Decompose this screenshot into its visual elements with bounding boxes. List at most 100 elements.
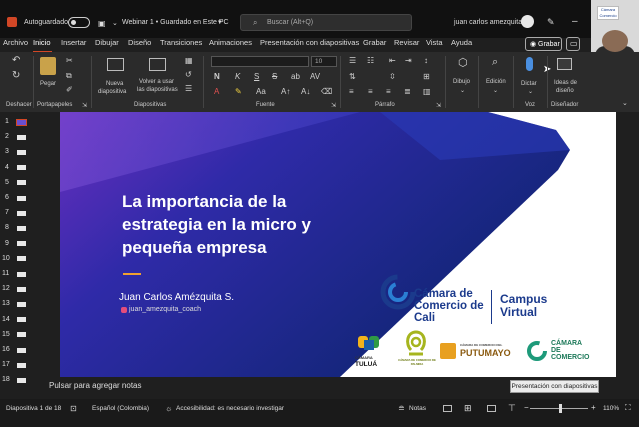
thumbnail-number[interactable]: 9: [5, 240, 9, 247]
slide-thumbnail[interactable]: [17, 256, 26, 262]
normal-view-icon[interactable]: [443, 405, 452, 412]
slide-thumbnail[interactable]: [17, 180, 26, 186]
grabar-button[interactable]: ◉ Grabar: [525, 37, 562, 51]
thumbnail-number[interactable]: 10: [2, 255, 10, 262]
tab-insertar[interactable]: Insertar: [61, 38, 86, 47]
tab-grabar[interactable]: Grabar: [363, 38, 386, 47]
reuse-slides-label-1[interactable]: Volver a usar: [139, 79, 174, 85]
bullets-icon[interactable]: ☰: [349, 57, 356, 65]
align-text-icon[interactable]: ⇳: [389, 73, 396, 81]
strikethrough-icon[interactable]: S: [272, 73, 277, 81]
thumbnail-number[interactable]: 1: [5, 118, 9, 125]
tab-revisar[interactable]: Revisar: [394, 38, 419, 47]
search-box[interactable]: ⌕ Buscar (Alt+Q): [240, 14, 412, 31]
thumbnail-number[interactable]: 15: [2, 331, 10, 338]
drawing-label[interactable]: Dibujo: [453, 79, 470, 85]
slide-canvas[interactable]: La importancia de la estrategia en la mi…: [60, 112, 616, 377]
zoom-slider-thumb[interactable]: [559, 404, 562, 413]
dictate-chevron-icon[interactable]: ⌄: [528, 88, 533, 96]
shrink-font-icon[interactable]: A↓: [301, 88, 310, 96]
thumbnail-number[interactable]: 6: [5, 194, 9, 201]
fit-slide-icon[interactable]: ⛶: [625, 403, 631, 413]
slide-thumbnail[interactable]: [17, 362, 26, 368]
new-slide-label-1[interactable]: Nueva: [106, 81, 123, 87]
clear-format-icon[interactable]: ⌫: [321, 88, 332, 96]
design-ideas-icon[interactable]: [557, 58, 572, 70]
underline-icon[interactable]: S: [254, 73, 259, 81]
tab-diseno[interactable]: Diseño: [128, 38, 151, 47]
slide-thumbnail[interactable]: [17, 286, 26, 292]
paste-icon[interactable]: [40, 57, 56, 75]
align-left-icon[interactable]: ≡: [349, 88, 354, 96]
save-icon[interactable]: ▣: [98, 19, 106, 28]
quick-access-chevron-icon[interactable]: ⌄: [112, 19, 118, 27]
slide-thumbnail[interactable]: [17, 134, 26, 140]
tab-archivo[interactable]: Archivo: [3, 38, 28, 47]
slide-thumbnail[interactable]: [17, 317, 26, 323]
layout-icon[interactable]: ▦: [185, 57, 193, 65]
new-slide-icon[interactable]: [107, 58, 124, 71]
slide-thumbnail[interactable]: [17, 377, 26, 383]
highlight-icon[interactable]: ✎: [235, 88, 242, 96]
align-right-icon[interactable]: ≡: [386, 88, 391, 96]
undo-icon[interactable]: ↶: [12, 56, 20, 66]
thumbnail-number[interactable]: 7: [5, 209, 9, 216]
slide-thumbnail[interactable]: [17, 195, 26, 201]
copy-icon[interactable]: ⧉: [66, 72, 72, 80]
slide-thumbnail[interactable]: [17, 225, 26, 231]
shadow-icon[interactable]: ab: [291, 73, 300, 81]
accessibility-icon[interactable]: ☼: [165, 404, 172, 413]
avatar[interactable]: [521, 15, 534, 28]
tab-dibujar[interactable]: Dibujar: [95, 38, 119, 47]
thumbnail-number[interactable]: 13: [2, 300, 10, 307]
reading-view-icon[interactable]: [487, 405, 496, 412]
font-size-dropdown[interactable]: 10: [311, 56, 337, 67]
indent-decrease-icon[interactable]: ⇤: [389, 57, 396, 65]
cut-icon[interactable]: ✂: [66, 57, 73, 65]
design-ideas-label-2[interactable]: diseño: [556, 88, 574, 94]
text-direction-icon[interactable]: ⇅: [349, 73, 356, 81]
paragraph-launcher-icon[interactable]: ⇲: [436, 102, 441, 110]
smartart-icon[interactable]: ⊞: [423, 73, 430, 81]
editing-chevron-icon[interactable]: ⌄: [493, 87, 498, 95]
spacing-icon[interactable]: AV: [310, 73, 320, 81]
thumbnail-number[interactable]: 14: [2, 316, 10, 323]
format-painter-icon[interactable]: ✐: [66, 86, 73, 94]
pen-icon[interactable]: ✎: [547, 17, 555, 28]
microphone-icon[interactable]: [526, 57, 533, 71]
slide-thumbnail[interactable]: [17, 241, 26, 247]
reuse-slides-label-2[interactable]: las diapositivas: [137, 87, 178, 93]
slide-thumbnail[interactable]: [16, 118, 27, 126]
slide-thumbnail[interactable]: [17, 271, 26, 277]
slide-thumbnail[interactable]: [17, 301, 26, 307]
indent-increase-icon[interactable]: ⇥: [405, 57, 412, 65]
thumbnail-number[interactable]: 3: [5, 148, 9, 155]
italic-icon[interactable]: K: [235, 73, 240, 81]
slide-counter[interactable]: Diapositiva 1 de 18: [6, 405, 61, 412]
tab-vista[interactable]: Vista: [426, 38, 443, 47]
thumbnail-number[interactable]: 11: [2, 270, 9, 277]
notes-button[interactable]: Notas: [409, 405, 426, 412]
numbering-icon[interactable]: ☷: [367, 57, 374, 65]
slide-thumbnail[interactable]: [17, 332, 26, 338]
thumbnail-number[interactable]: 12: [2, 285, 10, 292]
thumbnail-number[interactable]: 16: [2, 346, 10, 353]
user-name[interactable]: juan carlos amezquita: [454, 19, 522, 26]
paste-label[interactable]: Pegar: [40, 81, 56, 87]
reuse-slides-icon[interactable]: [149, 58, 166, 71]
notes-icon[interactable]: ≘: [398, 404, 405, 413]
design-ideas-label-1[interactable]: Ideas de: [554, 80, 577, 86]
comments-button[interactable]: ▭: [566, 37, 580, 51]
autosave-toggle[interactable]: [68, 17, 90, 28]
grow-font-icon[interactable]: A↑: [281, 88, 290, 96]
tab-transiciones[interactable]: Transiciones: [160, 38, 202, 47]
zoom-level[interactable]: 110%: [603, 405, 619, 412]
find-icon[interactable]: ⌕: [492, 57, 498, 68]
zoom-in-button[interactable]: +: [591, 403, 596, 412]
new-slide-label-2[interactable]: diapositiva: [98, 89, 126, 95]
align-center-icon[interactable]: ≡: [368, 88, 373, 96]
document-title[interactable]: Webinar 1 • Guardado en Este PC: [122, 19, 229, 26]
thumbnail-number[interactable]: 4: [5, 164, 9, 171]
language-status[interactable]: Español (Colombia): [92, 405, 149, 412]
section-icon[interactable]: ☰: [185, 85, 192, 93]
